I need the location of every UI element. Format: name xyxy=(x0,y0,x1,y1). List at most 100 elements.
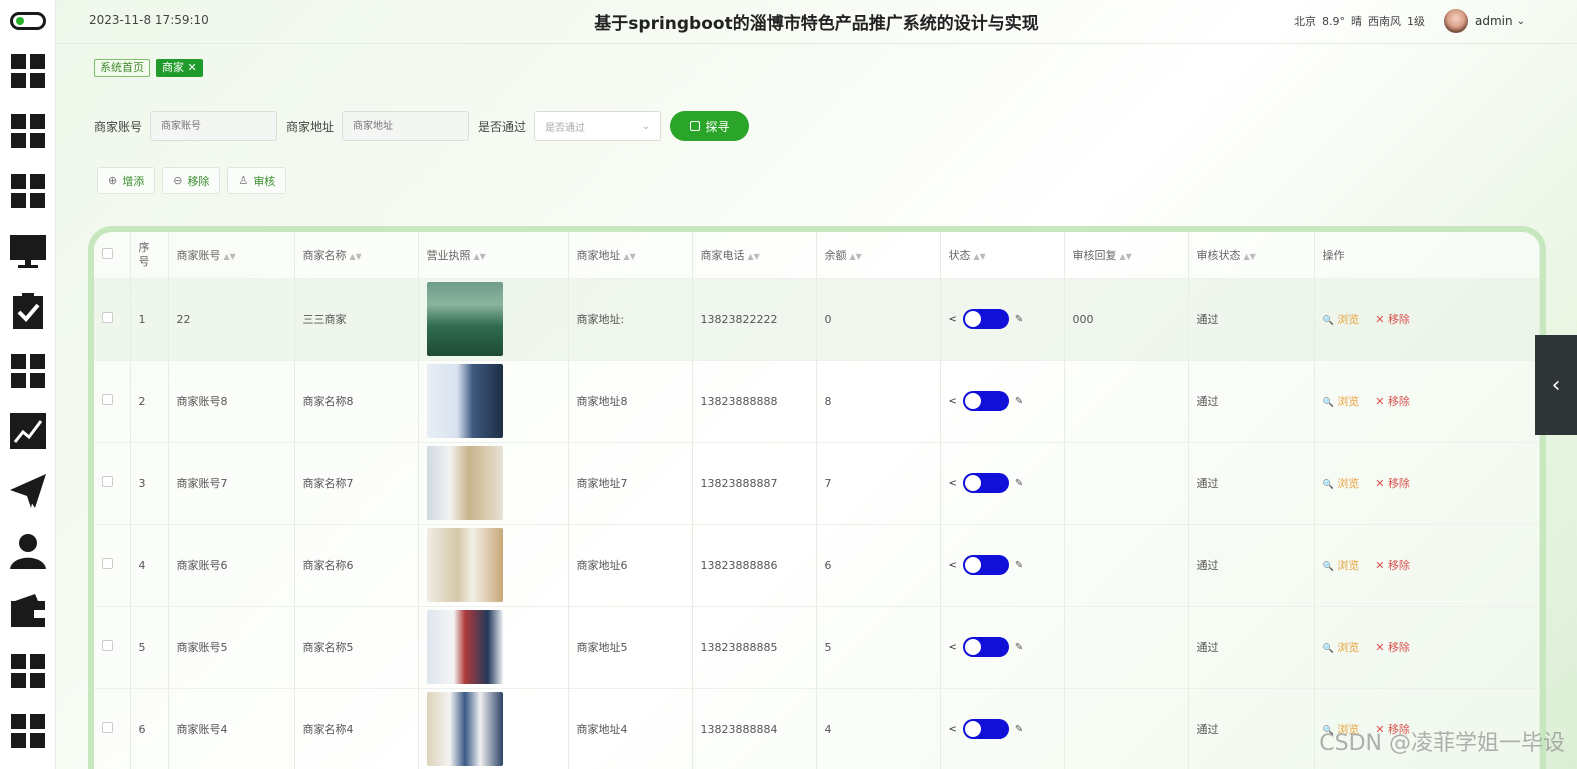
pass-label: 是否通过 xyxy=(478,119,527,134)
grid-icon[interactable] xyxy=(9,352,47,390)
edit-icon[interactable]: ✎ xyxy=(1015,724,1023,735)
grid-icon[interactable] xyxy=(9,112,47,150)
share-icon[interactable]: < xyxy=(949,314,957,325)
audit-button[interactable]: ♙ 审核 xyxy=(227,167,287,194)
grid-icon[interactable] xyxy=(9,652,47,690)
merchant-table: 序号 商家账号 ▲▼ 商家名称 ▲▼ 营业执照 ▲▼ 商家地址 ▲▼ 商家电话 ▲▼ 余额… xyxy=(94,232,1540,769)
row-checkbox[interactable] xyxy=(102,394,113,405)
user-check-icon: ♙ xyxy=(238,174,249,187)
sort-icon[interactable]: ▲▼ xyxy=(224,252,236,261)
col-address[interactable]: 商家地址 ▲▼ xyxy=(568,232,693,278)
license-image[interactable] xyxy=(426,610,503,684)
col-reply[interactable]: 审核回复 ▲▼ xyxy=(1064,232,1189,278)
col-phone[interactable]: 商家电话 ▲▼ xyxy=(692,232,817,278)
status-switch[interactable] xyxy=(962,391,1009,411)
add-button[interactable]: ⊕ 增添 xyxy=(97,167,156,194)
edit-icon[interactable]: ✎ xyxy=(1015,642,1023,653)
sort-icon[interactable]: ▲▼ xyxy=(1120,252,1132,261)
license-image[interactable] xyxy=(426,692,503,767)
col-ops: 操作 xyxy=(1314,232,1540,278)
row-checkbox[interactable] xyxy=(102,722,113,734)
select-all-checkbox[interactable] xyxy=(102,247,113,259)
view-button[interactable]: 🔍 浏览 xyxy=(1323,639,1360,655)
share-icon[interactable]: < xyxy=(949,560,957,571)
sort-icon[interactable]: ▲▼ xyxy=(748,252,760,261)
col-status[interactable]: 状态 ▲▼ xyxy=(940,232,1065,278)
col-name[interactable]: 商家名称 ▲▼ xyxy=(294,232,419,278)
share-icon[interactable]: < xyxy=(949,642,957,653)
delete-button[interactable]: ✕ 移除 xyxy=(1375,557,1410,573)
license-image[interactable] xyxy=(426,282,503,356)
col-audit-status[interactable]: 审核状态 ▲▼ xyxy=(1188,232,1315,278)
delete-button[interactable]: ✕ 移除 xyxy=(1375,393,1410,409)
address-input[interactable] xyxy=(342,111,470,141)
dashboard-grid-icon[interactable] xyxy=(9,52,47,90)
license-image[interactable] xyxy=(426,446,503,520)
edit-icon[interactable]: ✎ xyxy=(1015,560,1023,571)
status-switch[interactable] xyxy=(962,473,1009,493)
sort-icon[interactable]: ▲▼ xyxy=(474,252,486,261)
merchant-table-card: 序号 商家账号 ▲▼ 商家名称 ▲▼ 营业执照 ▲▼ 商家地址 ▲▼ 商家电话 ▲▼ 余额… xyxy=(88,226,1546,769)
edit-icon[interactable]: ✎ xyxy=(1015,396,1023,407)
status-switch[interactable] xyxy=(962,555,1009,575)
view-button[interactable]: 🔍 浏览 xyxy=(1323,557,1360,573)
sort-icon[interactable]: ▲▼ xyxy=(350,252,362,261)
tag-merchant[interactable]: 商家 ✕ xyxy=(156,59,203,77)
monitor-icon[interactable] xyxy=(9,232,47,270)
remove-button[interactable]: ⊖ 移除 xyxy=(162,167,221,194)
cell-name: 商家名称6 xyxy=(294,523,419,606)
sidebar-toggle-icon[interactable] xyxy=(9,12,46,30)
license-image[interactable] xyxy=(426,528,503,602)
view-icon: 🔍 xyxy=(1322,562,1334,572)
search-icon xyxy=(689,121,700,131)
avatar[interactable] xyxy=(1444,9,1468,33)
paper-plane-icon[interactable] xyxy=(9,472,47,510)
sort-icon[interactable]: ▲▼ xyxy=(624,252,636,261)
share-icon[interactable]: < xyxy=(949,724,957,735)
delete-button[interactable]: ✕ 移除 xyxy=(1375,311,1410,327)
weather-condition: 晴 xyxy=(1351,15,1362,28)
col-account[interactable]: 商家账号 ▲▼ xyxy=(168,232,295,278)
search-button[interactable]: 探寻 xyxy=(670,111,750,141)
row-checkbox[interactable] xyxy=(102,558,113,569)
view-button[interactable]: 🔍 浏览 xyxy=(1323,475,1360,491)
col-balance[interactable]: 余额 ▲▼ xyxy=(816,232,941,278)
user-menu[interactable]: admin ⌄ xyxy=(1444,9,1525,33)
cell-phone: 13823822222 xyxy=(692,277,817,360)
account-input[interactable] xyxy=(150,111,278,141)
collapse-panel-button[interactable]: ‹ xyxy=(1535,335,1577,435)
col-license[interactable]: 营业执照 ▲▼ xyxy=(418,232,569,278)
delete-button[interactable]: ✕ 移除 xyxy=(1375,639,1410,655)
clipboard-check-icon[interactable] xyxy=(9,292,47,330)
username[interactable]: admin xyxy=(1475,14,1513,28)
wallet-icon[interactable] xyxy=(9,592,47,630)
sort-icon[interactable]: ▲▼ xyxy=(850,252,862,261)
view-button[interactable]: 🔍 浏览 xyxy=(1323,311,1360,327)
cell-name: 商家名称8 xyxy=(294,359,419,442)
line-chart-icon[interactable] xyxy=(9,412,47,450)
sort-icon[interactable]: ▲▼ xyxy=(974,252,986,261)
delete-button[interactable]: ✕ 移除 xyxy=(1375,475,1410,491)
grid-icon[interactable] xyxy=(9,712,47,750)
chevron-left-icon: ‹ xyxy=(1551,372,1561,398)
weather-wind: 西南风 xyxy=(1368,15,1401,28)
grid-icon[interactable] xyxy=(9,172,47,210)
pass-select[interactable]: 是否通过 ⌄ xyxy=(534,111,662,141)
sort-icon[interactable]: ▲▼ xyxy=(1244,252,1256,261)
user-icon[interactable] xyxy=(9,532,47,570)
row-checkbox[interactable] xyxy=(102,476,113,487)
view-button[interactable]: 🔍 浏览 xyxy=(1323,393,1360,409)
edit-icon[interactable]: ✎ xyxy=(1015,478,1023,489)
share-icon[interactable]: < xyxy=(949,396,957,407)
row-checkbox[interactable] xyxy=(102,640,113,651)
status-switch[interactable] xyxy=(962,309,1009,329)
row-checkbox[interactable] xyxy=(102,312,113,323)
license-image[interactable] xyxy=(426,364,503,438)
status-switch[interactable] xyxy=(962,637,1009,657)
cell-account: 商家账号4 xyxy=(168,687,295,769)
edit-icon[interactable]: ✎ xyxy=(1015,314,1023,325)
tag-home[interactable]: 系统首页 xyxy=(94,59,150,77)
chevron-down-icon[interactable]: ⌄ xyxy=(1517,16,1525,27)
status-switch[interactable] xyxy=(962,719,1009,740)
share-icon[interactable]: < xyxy=(949,478,957,489)
